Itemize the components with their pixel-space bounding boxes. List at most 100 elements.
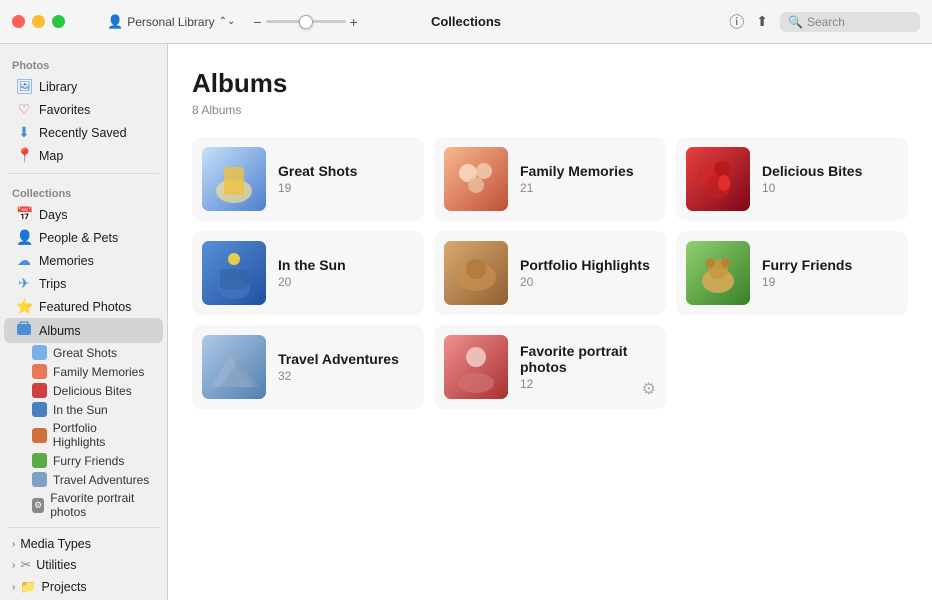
- sidebar-item-recently-saved[interactable]: ⬇ Recently Saved: [4, 121, 163, 144]
- sidebar-sub-favorite-portrait[interactable]: ⚙ Favorite portrait photos: [4, 489, 163, 521]
- sidebar-sub-label: Delicious Bites: [53, 384, 132, 398]
- sidebar-sub-portfolio-highlights[interactable]: Portfolio Highlights: [4, 419, 163, 451]
- album-card-delicious-bites[interactable]: Delicious Bites 10: [676, 137, 908, 221]
- map-icon: 📍: [16, 147, 32, 164]
- sidebar-item-days[interactable]: 📅 Days: [4, 203, 163, 226]
- app-body: Photos 🖼 Library ♡ Favorites ⬇ Recently …: [0, 44, 932, 600]
- featured-photos-icon: ⭐: [16, 298, 32, 315]
- sidebar-group-label: Projects: [42, 580, 87, 594]
- album-name: Delicious Bites: [762, 163, 898, 179]
- search-box[interactable]: 🔍 Search: [780, 12, 920, 32]
- minimize-button[interactable]: [32, 15, 45, 28]
- maximize-button[interactable]: [52, 15, 65, 28]
- album-card-travel-adventures[interactable]: Travel Adventures 32: [192, 325, 424, 409]
- slider-thumb[interactable]: [299, 15, 313, 29]
- sidebar-sub-delicious-bites[interactable]: Delicious Bites: [4, 381, 163, 400]
- album-count-badge: 20: [520, 275, 656, 289]
- album-count-badge: 21: [520, 181, 656, 195]
- sidebar-sub-travel-adventures[interactable]: Travel Adventures: [4, 470, 163, 489]
- sidebar-item-featured-photos[interactable]: ⭐ Featured Photos: [4, 295, 163, 318]
- sidebar-sub-label: In the Sun: [53, 403, 108, 417]
- chevron-down-icon: ⌃⌄: [219, 16, 236, 27]
- sidebar-item-label: Albums: [39, 324, 81, 338]
- album-name: Portfolio Highlights: [520, 257, 656, 273]
- album-name: Favorite portrait photos: [520, 343, 656, 375]
- sidebar-item-people-pets[interactable]: 👤 People & Pets: [4, 226, 163, 249]
- album-thumb-in-the-sun: [202, 241, 266, 305]
- album-info-family-memories: Family Memories 21: [520, 163, 656, 195]
- great-shots-icon: [32, 345, 47, 360]
- sidebar-sub-family-memories[interactable]: Family Memories: [4, 362, 163, 381]
- album-card-in-the-sun[interactable]: In the Sun 20: [192, 231, 424, 315]
- sidebar-sub-great-shots[interactable]: Great Shots: [4, 343, 163, 362]
- sidebar-item-favorites[interactable]: ♡ Favorites: [4, 98, 163, 121]
- sidebar-group-label: Media Types: [20, 537, 91, 551]
- library-icon: 🖼: [16, 78, 32, 95]
- furry-friends-icon: [32, 453, 47, 468]
- slider-track[interactable]: [266, 20, 346, 23]
- sidebar-item-memories[interactable]: ☁ Memories: [4, 249, 163, 272]
- sidebar-group-projects[interactable]: › 📁 Projects: [4, 576, 163, 598]
- chevron-right-icon: ›: [12, 560, 15, 571]
- gear-icon[interactable]: ⚙: [642, 379, 656, 399]
- sidebar-sub-label: Travel Adventures: [53, 473, 149, 487]
- albums-icon: [16, 321, 32, 340]
- album-card-furry-friends[interactable]: Furry Friends 19: [676, 231, 908, 315]
- sidebar-group-media-types[interactable]: › Media Types: [4, 534, 163, 554]
- sidebar-item-label: People & Pets: [39, 231, 118, 245]
- sidebar-item-label: Recently Saved: [39, 126, 127, 140]
- album-thumb-delicious-bites: [686, 147, 750, 211]
- album-card-family-memories[interactable]: Family Memories 21: [434, 137, 666, 221]
- sidebar-group-label: Utilities: [36, 558, 76, 572]
- sidebar-sub-label: Furry Friends: [53, 454, 124, 468]
- album-thumb-portfolio-highlights: [444, 241, 508, 305]
- recently-saved-icon: ⬇: [16, 124, 32, 141]
- library-label: Personal Library: [127, 15, 214, 29]
- sidebar-sub-label: Family Memories: [53, 365, 144, 379]
- album-card-favorite-portrait[interactable]: Favorite portrait photos 12 ⚙: [434, 325, 666, 409]
- sidebar-group-utilities[interactable]: › ✂ Utilities: [4, 554, 163, 576]
- sidebar-item-trips[interactable]: ✈ Trips: [4, 272, 163, 295]
- sidebar-section-collections: Collections: [0, 180, 167, 203]
- sidebar-sub-furry-friends[interactable]: Furry Friends: [4, 451, 163, 470]
- titlebar: 👤 Personal Library ⌃⌄ − + Collections ⓘ …: [0, 0, 932, 44]
- share-icon[interactable]: ⬆: [756, 13, 768, 30]
- travel-adventures-icon: [32, 472, 47, 487]
- sidebar-item-albums[interactable]: Albums: [4, 318, 163, 343]
- delicious-bites-icon: [32, 383, 47, 398]
- sidebar-item-label: Favorites: [39, 103, 90, 117]
- album-info-in-the-sun: In the Sun 20: [278, 257, 414, 289]
- album-info-portfolio-highlights: Portfolio Highlights 20: [520, 257, 656, 289]
- album-thumb-travel-adventures: [202, 335, 266, 399]
- info-icon[interactable]: ⓘ: [729, 11, 744, 32]
- favorites-icon: ♡: [16, 101, 32, 118]
- zoom-minus-icon[interactable]: −: [253, 14, 261, 30]
- zoom-plus-icon[interactable]: +: [350, 14, 358, 30]
- sidebar-item-library[interactable]: 🖼 Library: [4, 75, 163, 98]
- album-count-badge: 10: [762, 181, 898, 195]
- sidebar-item-map[interactable]: 📍 Map: [4, 144, 163, 167]
- album-count-badge: 20: [278, 275, 414, 289]
- window-title: Collections: [431, 14, 501, 29]
- divider2: [8, 527, 159, 528]
- sidebar-sub-in-the-sun[interactable]: In the Sun: [4, 400, 163, 419]
- sidebar-item-label: Trips: [39, 277, 66, 291]
- days-icon: 📅: [16, 206, 32, 223]
- family-memories-icon: [32, 364, 47, 379]
- divider: [8, 173, 159, 174]
- sidebar-section-photos: Photos: [0, 52, 167, 75]
- zoom-slider[interactable]: − +: [253, 14, 357, 30]
- titlebar-right: ⓘ ⬆ 🔍 Search: [729, 11, 920, 32]
- album-count: 8 Albums: [192, 103, 908, 117]
- album-thumb-family-memories: [444, 147, 508, 211]
- close-button[interactable]: [12, 15, 25, 28]
- sidebar-item-label: Featured Photos: [39, 300, 131, 314]
- album-name: Travel Adventures: [278, 351, 414, 367]
- library-selector[interactable]: 👤 Personal Library ⌃⌄: [107, 14, 235, 30]
- search-icon: 🔍: [788, 15, 803, 29]
- album-card-portfolio-highlights[interactable]: Portfolio Highlights 20: [434, 231, 666, 315]
- album-info-furry-friends: Furry Friends 19: [762, 257, 898, 289]
- album-count-badge: 19: [278, 181, 414, 195]
- album-thumb-favorite-portrait: [444, 335, 508, 399]
- album-card-great-shots[interactable]: Great Shots 19: [192, 137, 424, 221]
